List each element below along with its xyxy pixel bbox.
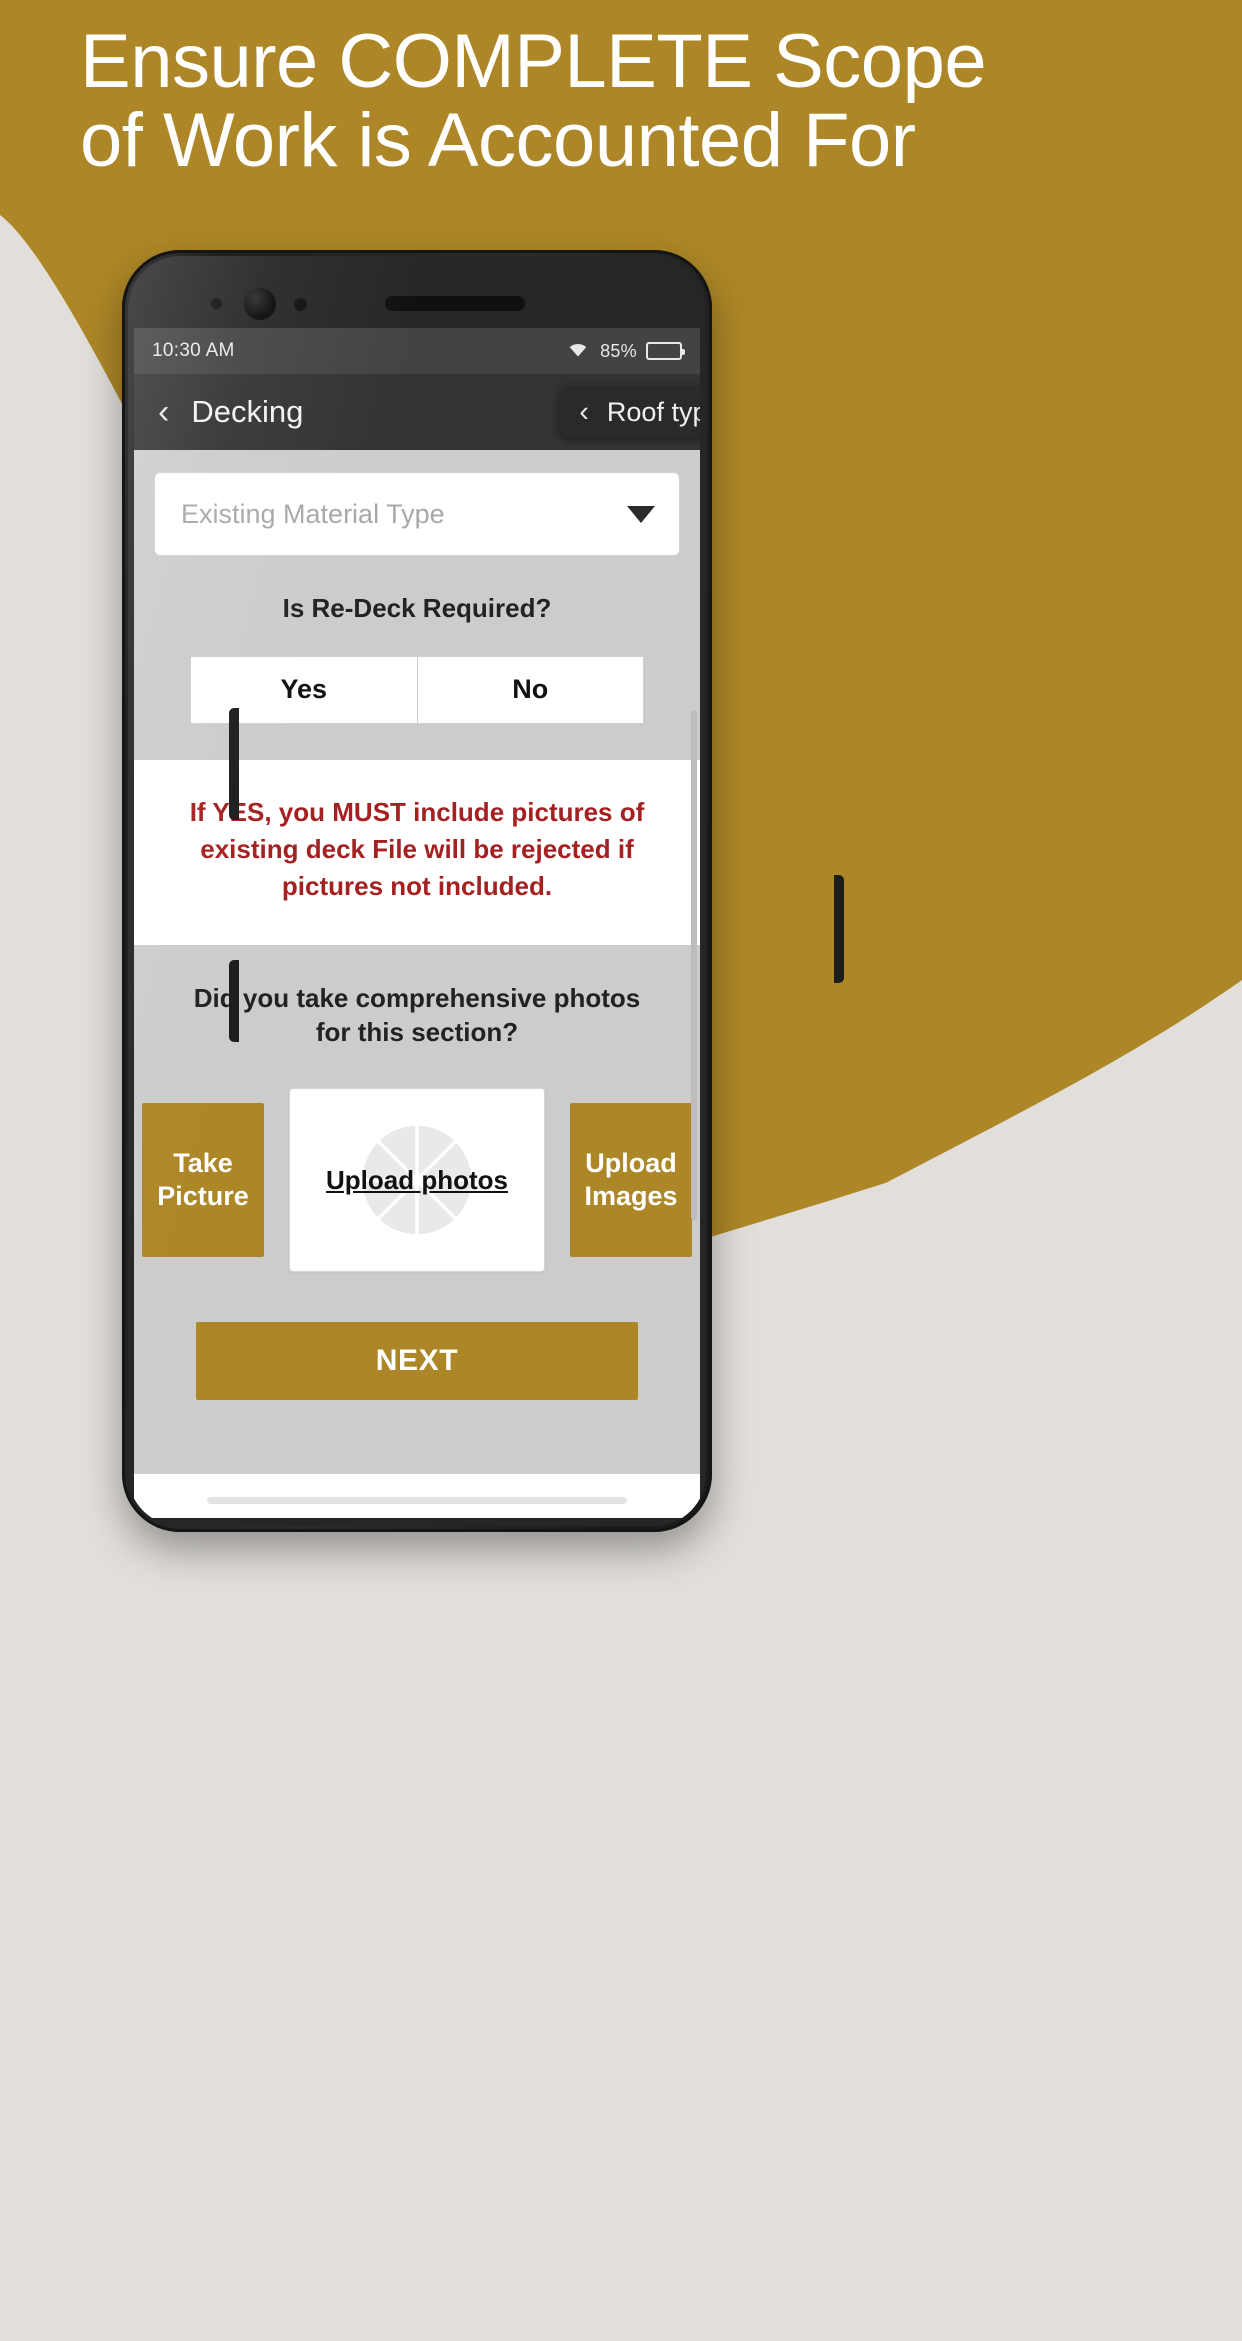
- phone-sensor-row: [128, 284, 706, 324]
- phone-screen: 10:30 AM 85% ‹ Decking ‹ Roof typ Existi…: [134, 328, 700, 1518]
- app-content: Existing Material Type Is Re-Deck Requir…: [134, 450, 700, 1518]
- page-title: Decking: [191, 394, 304, 429]
- warning-band: If YES, you MUST include pictures of exi…: [134, 759, 700, 945]
- back-chevron-icon[interactable]: ‹: [134, 395, 191, 429]
- photo-actions-row: Take Picture Upload photos Upload Images: [134, 1050, 700, 1280]
- home-indicator[interactable]: [207, 1497, 627, 1504]
- phone-bottom-bar: [134, 1474, 700, 1518]
- existing-material-type-select[interactable]: Existing Material Type: [154, 472, 680, 556]
- phone-power-button[interactable]: [834, 875, 844, 983]
- upload-images-button[interactable]: Upload Images: [570, 1103, 692, 1258]
- app-navigation-bar: ‹ Decking ‹ Roof types: [134, 374, 700, 450]
- next-button-wrap: NEXT: [134, 1280, 700, 1401]
- earpiece-speaker: [385, 296, 525, 311]
- phone-mockup: 10:30 AM 85% ‹ Decking ‹ Roof typ Existi…: [122, 250, 844, 1532]
- select-placeholder: Existing Material Type: [181, 498, 445, 529]
- redeck-question-label: Is Re-Deck Required?: [282, 593, 552, 623]
- headline-line-2: of Work is Accounted For: [80, 98, 916, 184]
- vertical-scrollbar[interactable]: [691, 710, 697, 1220]
- redeck-yes-button[interactable]: Yes: [190, 655, 418, 724]
- roof-types-label: Roof types: [606, 396, 700, 427]
- front-camera-icon: [244, 288, 276, 320]
- upload-photos-label: Upload photos: [326, 1164, 508, 1195]
- ambient-light-sensor-icon: [211, 298, 222, 309]
- battery-icon: [646, 342, 685, 360]
- page-headline: Ensure COMPLETE Scope of Work is Account…: [80, 22, 1180, 180]
- status-bar: 10:30 AM 85%: [134, 328, 700, 374]
- headline-line-1: Ensure COMPLETE Scope: [80, 19, 987, 104]
- phone-body: 10:30 AM 85% ‹ Decking ‹ Roof typ Existi…: [128, 256, 706, 1526]
- phone-volume-up-button[interactable]: [229, 708, 239, 820]
- warning-text: If YES, you MUST include pictures of exi…: [189, 796, 645, 901]
- take-picture-button[interactable]: Take Picture: [142, 1103, 264, 1258]
- phone-volume-down-button[interactable]: [229, 960, 239, 1042]
- redeck-toggle-group: Yes No: [134, 655, 700, 724]
- next-button[interactable]: NEXT: [196, 1322, 638, 1401]
- photos-question-label: Did you take comprehensive photos for th…: [193, 982, 641, 1048]
- status-time: 10:30 AM: [152, 340, 235, 361]
- upload-photos-card[interactable]: Upload photos: [289, 1088, 545, 1273]
- roof-types-pill[interactable]: ‹ Roof types: [559, 386, 700, 438]
- redeck-no-button[interactable]: No: [417, 655, 644, 724]
- battery-percent-label: 85%: [600, 340, 637, 361]
- proximity-sensor-icon: [294, 298, 307, 311]
- chevron-left-icon: ‹: [579, 395, 589, 428]
- status-indicators: 85%: [565, 338, 685, 364]
- wifi-icon: [565, 338, 591, 364]
- chevron-down-icon: [627, 505, 655, 523]
- material-select-wrap: Existing Material Type: [134, 450, 700, 556]
